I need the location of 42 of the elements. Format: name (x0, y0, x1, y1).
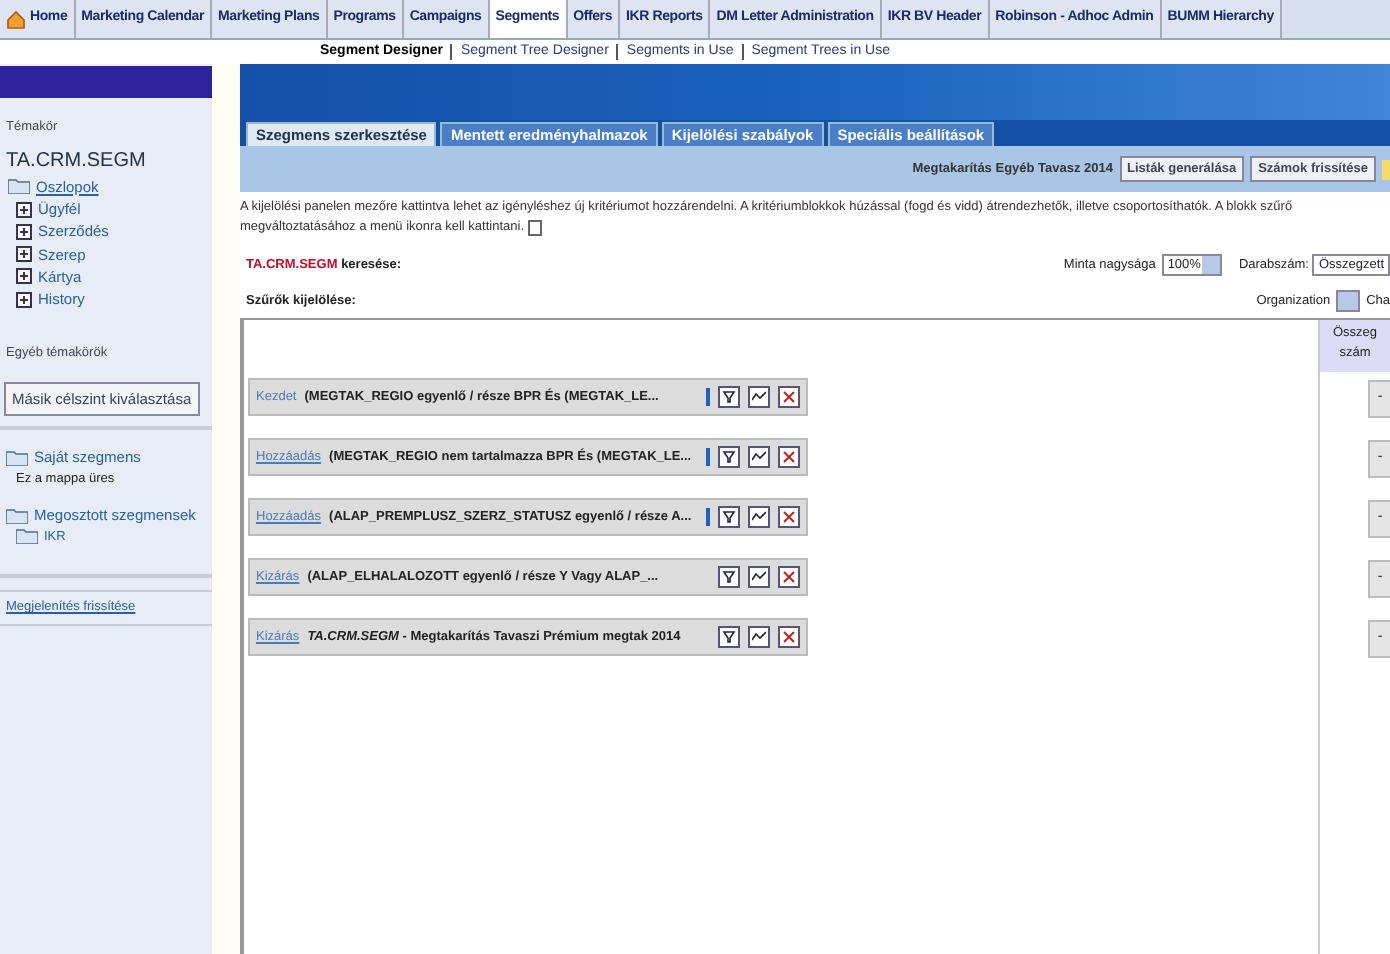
filter-icon (722, 390, 736, 404)
chart-button[interactable] (748, 566, 770, 588)
filter-icon (722, 570, 736, 584)
close-icon (782, 510, 796, 524)
filter-button[interactable] (718, 626, 740, 648)
delete-button[interactable] (778, 446, 800, 468)
chart-button[interactable] (748, 446, 770, 468)
organization-select[interactable] (1336, 290, 1361, 312)
chart-icon (752, 630, 766, 644)
chart-icon (752, 390, 766, 404)
delete-button[interactable] (778, 566, 800, 588)
house-icon (6, 9, 26, 29)
folder-icon (8, 178, 30, 195)
expand-icon[interactable] (16, 201, 32, 218)
chart-icon (752, 510, 766, 524)
filter-icon (722, 450, 736, 464)
folder-icon (16, 528, 38, 545)
close-icon (782, 630, 796, 644)
chart-button[interactable] (748, 626, 770, 648)
chart-icon (752, 450, 766, 464)
filter-button[interactable] (718, 566, 740, 588)
subject-title: TA.CRM.SEGM (4, 147, 148, 176)
chart-button[interactable] (748, 386, 770, 408)
filter-icon (722, 510, 736, 524)
close-icon (782, 450, 796, 464)
folder-icon (6, 449, 28, 466)
delete-button[interactable] (778, 506, 800, 528)
filter-button[interactable] (718, 506, 740, 528)
expand-icon[interactable] (16, 246, 32, 263)
expand-icon[interactable] (16, 223, 32, 240)
folder-icon (6, 507, 28, 524)
chart-button[interactable] (748, 506, 770, 528)
expand-icon[interactable] (16, 291, 32, 308)
filter-button[interactable] (718, 386, 740, 408)
close-icon (782, 570, 796, 584)
filter-icon (722, 630, 736, 644)
expand-icon[interactable] (16, 268, 32, 285)
filter-button[interactable] (718, 446, 740, 468)
chart-icon (752, 570, 766, 584)
close-icon (782, 390, 796, 404)
delete-button[interactable] (778, 386, 800, 408)
delete-button[interactable] (778, 626, 800, 648)
